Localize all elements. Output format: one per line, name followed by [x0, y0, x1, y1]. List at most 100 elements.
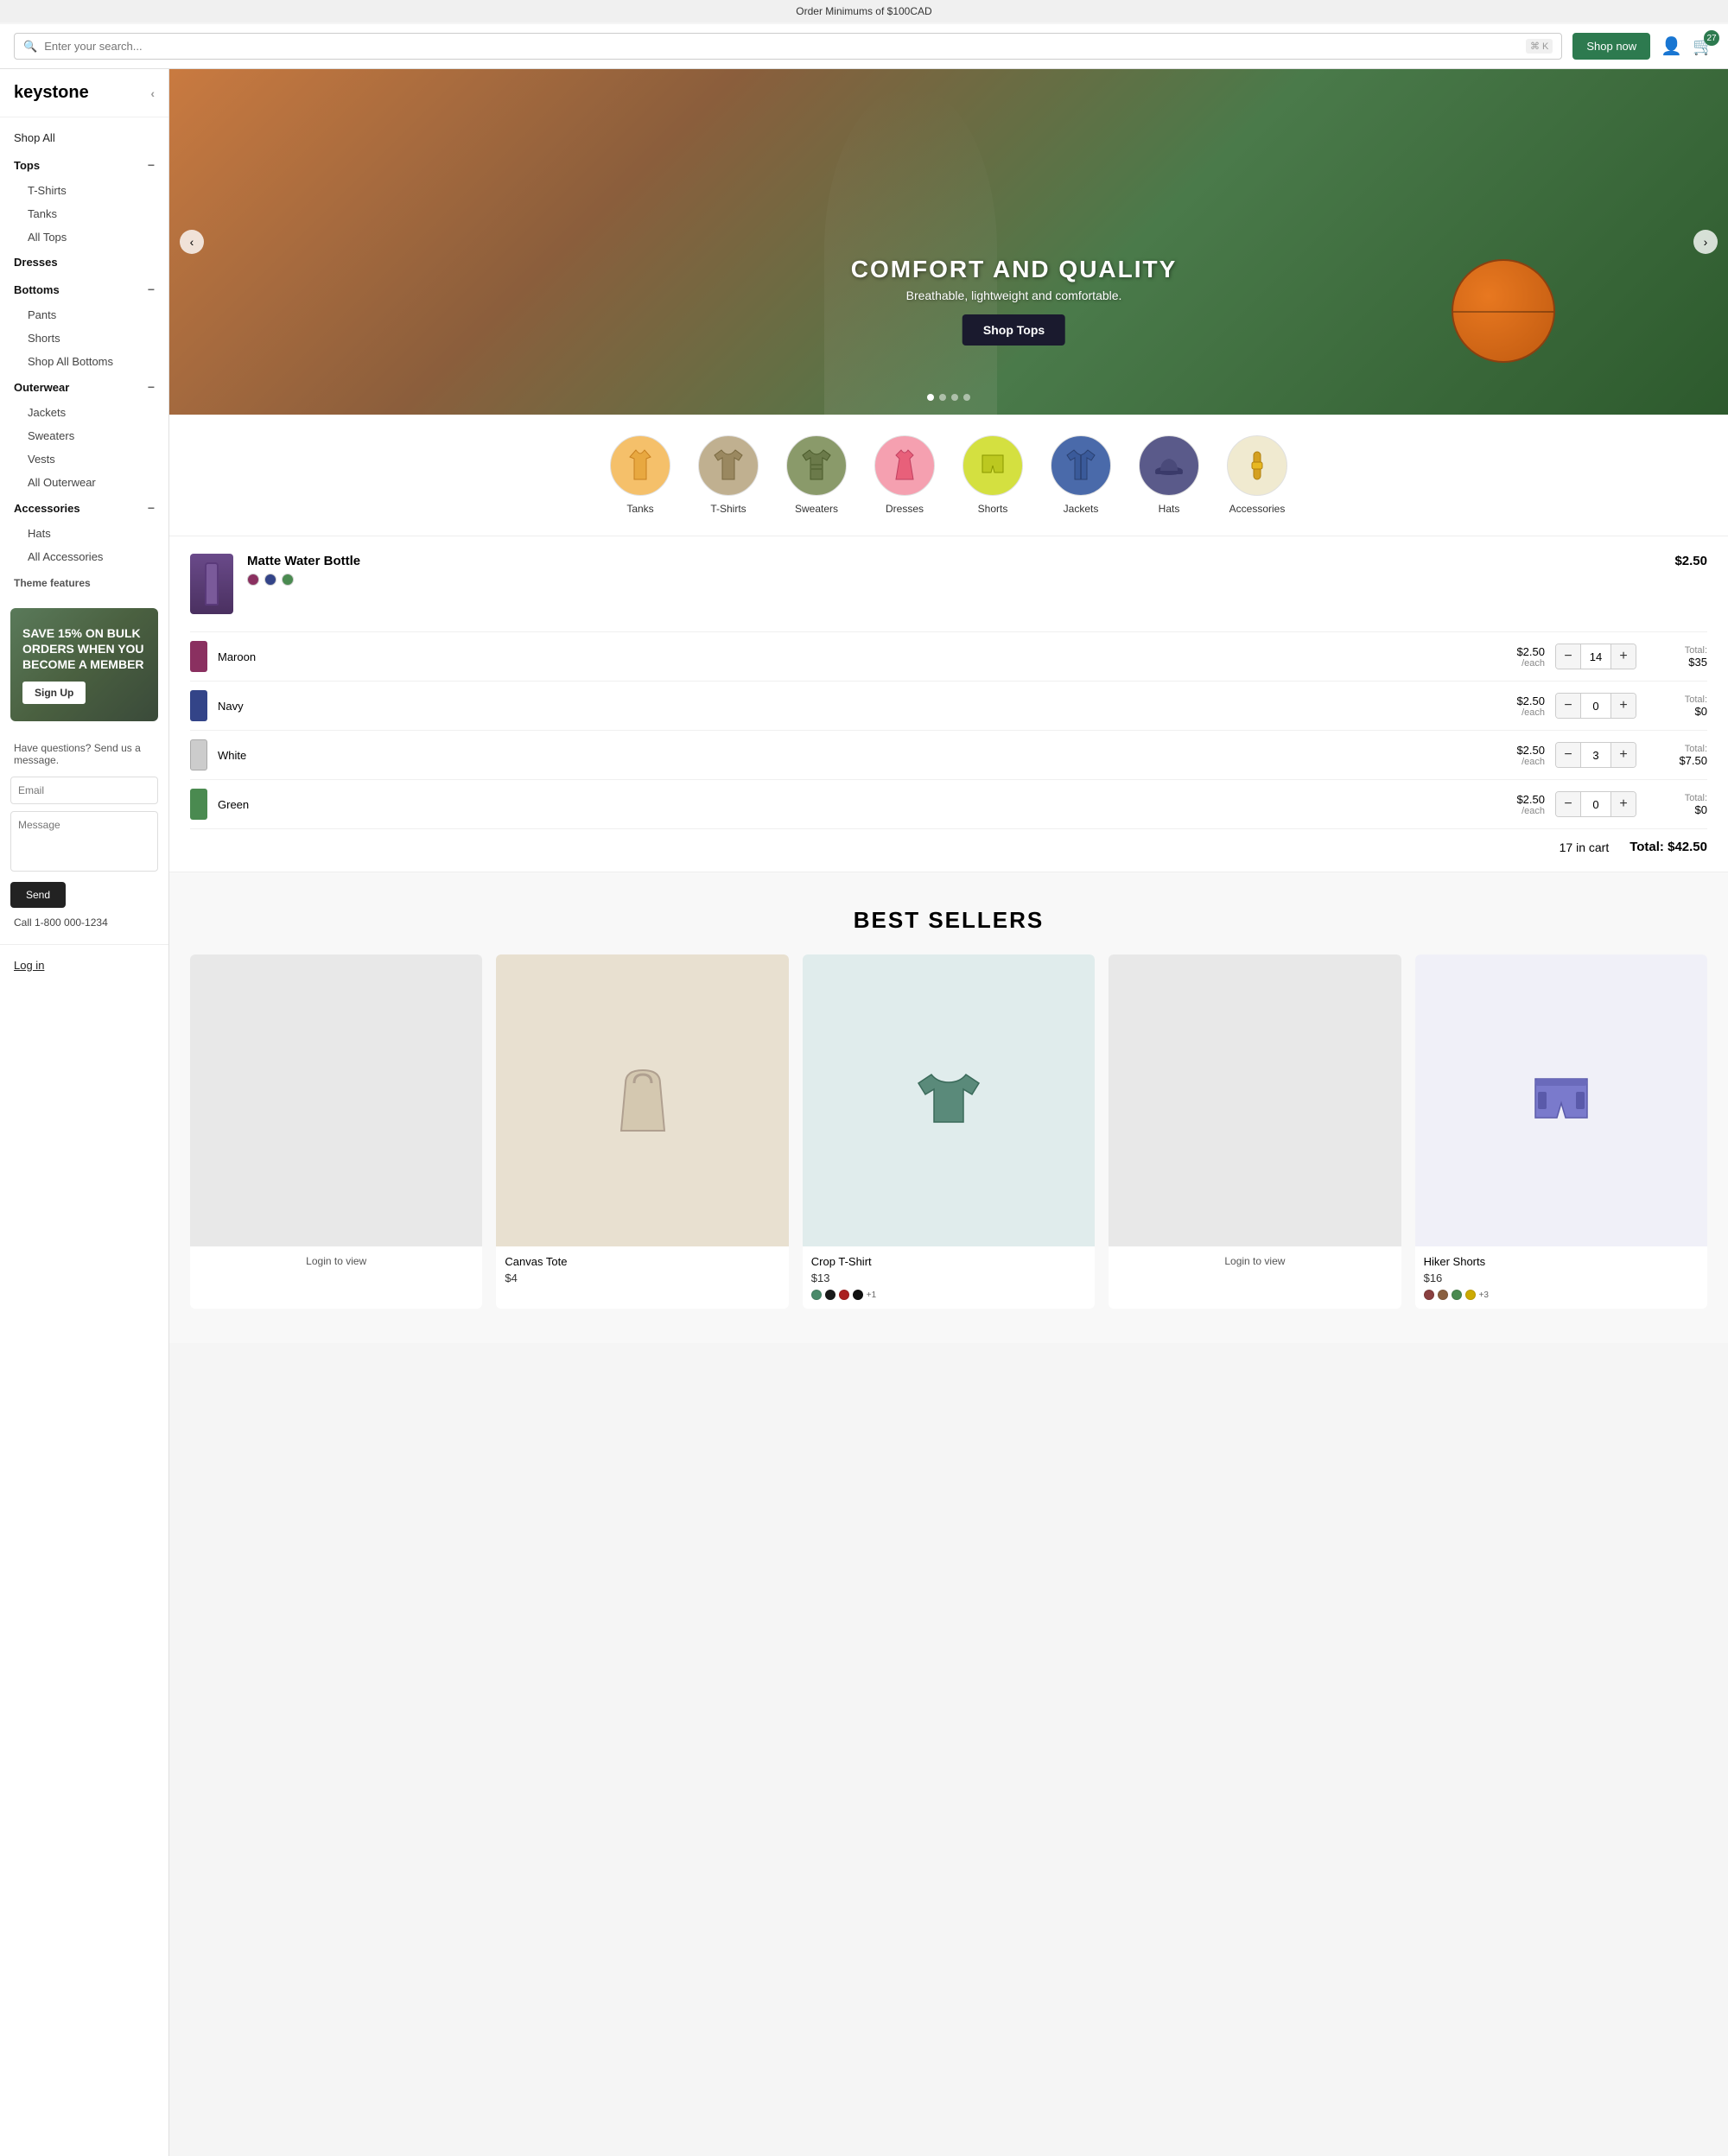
- accessories-icon: [1240, 447, 1274, 485]
- variant-price-maroon: $2.50 /each: [1484, 645, 1545, 669]
- product-card-1[interactable]: Login to view: [190, 954, 482, 1309]
- cart-button[interactable]: 🛒 27: [1693, 35, 1714, 57]
- product-name-4: Login to view: [1117, 1255, 1392, 1267]
- more-colors-5: +3: [1479, 1290, 1489, 1300]
- product-card-2[interactable]: Canvas Tote $4: [496, 954, 788, 1309]
- contact-email-input[interactable]: [10, 777, 158, 804]
- signup-button[interactable]: Sign Up: [22, 682, 86, 704]
- login-link[interactable]: Log in: [14, 959, 44, 972]
- search-input[interactable]: [44, 40, 1519, 53]
- sidebar-item-jackets[interactable]: Jackets: [0, 401, 168, 424]
- product-name-2: Canvas Tote: [505, 1255, 779, 1268]
- sweaters-label: Sweaters: [795, 503, 838, 515]
- product-card-5[interactable]: Hiker Shorts $16 +3: [1415, 954, 1707, 1309]
- product-name-3: Crop T-Shirt: [811, 1255, 1086, 1268]
- sidebar-item-vests[interactable]: Vests: [0, 447, 168, 471]
- qty-increase-white[interactable]: +: [1611, 743, 1636, 767]
- qty-decrease-maroon[interactable]: −: [1556, 644, 1580, 669]
- header: 🔍 ⌘ K Shop now 👤 🛒 27: [0, 24, 1728, 69]
- sidebar-collapse-button[interactable]: ‹: [150, 86, 155, 100]
- product-image-2: [496, 954, 788, 1246]
- category-hats[interactable]: Hats: [1125, 428, 1213, 522]
- product-card-4[interactable]: Login to view: [1109, 954, 1401, 1309]
- variant-row-green: Green $2.50 /each − 0 + Total: $0: [190, 779, 1707, 828]
- sidebar-item-shorts[interactable]: Shorts: [0, 327, 168, 350]
- variant-row-maroon: Maroon $2.50 /each − 14 + Total: $35: [190, 631, 1707, 681]
- variant-name-navy: Navy: [218, 700, 1474, 713]
- sidebar-item-tanks[interactable]: Tanks: [0, 202, 168, 225]
- category-tanks[interactable]: Tanks: [596, 428, 684, 522]
- product-image-1: [190, 954, 482, 1246]
- sidebar-section-tops[interactable]: Tops −: [0, 151, 168, 179]
- product-info-2: Canvas Tote $4: [496, 1246, 788, 1298]
- sidebar-section-accessories[interactable]: Accessories −: [0, 494, 168, 522]
- hero-dot-3[interactable]: [951, 394, 958, 401]
- product-image-4: [1109, 954, 1401, 1246]
- sidebar-item-all-accessories[interactable]: All Accessories: [0, 545, 168, 568]
- sidebar-login[interactable]: Log in: [0, 944, 168, 986]
- hero-dot-2[interactable]: [939, 394, 946, 401]
- more-colors-3: +1: [867, 1290, 876, 1300]
- category-accessories[interactable]: Accessories: [1213, 428, 1301, 522]
- products-grid: Login to view Canvas Tote $4: [190, 954, 1707, 1309]
- shop-now-button[interactable]: Shop now: [1572, 33, 1650, 60]
- product-card-3[interactable]: Crop T-Shirt $13 +1: [803, 954, 1095, 1309]
- product-colors-3: +1: [811, 1290, 1086, 1300]
- hero-shop-button[interactable]: Shop Tops: [962, 314, 1065, 346]
- category-sweaters[interactable]: Sweaters: [772, 428, 861, 522]
- send-button[interactable]: Send: [10, 882, 66, 908]
- product-image-5: [1415, 954, 1707, 1246]
- sidebar-item-pants[interactable]: Pants: [0, 303, 168, 327]
- cart-badge: 27: [1704, 30, 1719, 46]
- hiker-shorts-image: [1522, 1062, 1600, 1139]
- hats-label: Hats: [1159, 503, 1180, 515]
- hero-dot-1[interactable]: [927, 394, 934, 401]
- qty-increase-green[interactable]: +: [1611, 792, 1636, 816]
- account-button[interactable]: 👤: [1661, 35, 1682, 57]
- search-shortcut: ⌘ K: [1526, 39, 1553, 54]
- contact-message-input[interactable]: [10, 811, 158, 872]
- sidebar-item-tshirts[interactable]: T-Shirts: [0, 179, 168, 202]
- category-shorts[interactable]: Shorts: [949, 428, 1037, 522]
- sidebar-item-shop-all[interactable]: Shop All: [0, 124, 168, 151]
- outerwear-collapse-icon: −: [148, 380, 155, 394]
- color-5-2: [1438, 1290, 1448, 1300]
- hero-next-button[interactable]: ›: [1693, 230, 1718, 254]
- dresses-label: Dresses: [886, 503, 924, 515]
- hero-prev-button[interactable]: ‹: [180, 230, 204, 254]
- variant-total-white: Total: $7.50: [1647, 744, 1707, 767]
- sidebar-section-outerwear[interactable]: Outerwear −: [0, 373, 168, 401]
- sidebar-item-all-outerwear[interactable]: All Outerwear: [0, 471, 168, 494]
- variant-total-green: Total: $0: [1647, 793, 1707, 816]
- sidebar-item-shop-all-bottoms[interactable]: Shop All Bottoms: [0, 350, 168, 373]
- tanks-icon-circle: [610, 435, 670, 496]
- color-dot-green: [282, 574, 294, 586]
- search-bar[interactable]: 🔍 ⌘ K: [14, 33, 1562, 60]
- category-tshirts[interactable]: T-Shirts: [684, 428, 772, 522]
- product-info-3: Crop T-Shirt $13 +1: [803, 1246, 1095, 1309]
- sidebar-section-dresses[interactable]: Dresses: [0, 249, 168, 276]
- logo-text: keystone: [14, 83, 89, 103]
- hero-dot-4[interactable]: [963, 394, 970, 401]
- product-colors-5: +3: [1424, 1290, 1699, 1300]
- qty-decrease-white[interactable]: −: [1556, 743, 1580, 767]
- product-section: Matte Water Bottle $2.50 Maroon $2.50 /e…: [169, 536, 1728, 872]
- qty-increase-maroon[interactable]: +: [1611, 644, 1636, 669]
- promo-text: SAVE 15% ON BULK ORDERS WHEN YOU BECOME …: [22, 625, 146, 673]
- qty-increase-navy[interactable]: +: [1611, 694, 1636, 718]
- category-jackets[interactable]: Jackets: [1037, 428, 1125, 522]
- hats-icon-circle: [1139, 435, 1199, 496]
- sidebar-item-all-tops[interactable]: All Tops: [0, 225, 168, 249]
- shop-all-label: Shop All: [14, 131, 55, 144]
- category-dresses[interactable]: Dresses: [861, 428, 949, 522]
- shorts-icon: [975, 447, 1010, 485]
- qty-decrease-green[interactable]: −: [1556, 792, 1580, 816]
- sidebar-item-hats[interactable]: Hats: [0, 522, 168, 545]
- hero-content: COMFORT AND QUALITY Breathable, lightwei…: [851, 256, 1178, 346]
- product-title: Matte Water Bottle: [247, 554, 360, 568]
- qty-decrease-navy[interactable]: −: [1556, 694, 1580, 718]
- variant-name-white: White: [218, 749, 1474, 762]
- sidebar-item-sweaters[interactable]: Sweaters: [0, 424, 168, 447]
- cart-count: 17 in cart: [1560, 840, 1610, 854]
- sidebar-section-bottoms[interactable]: Bottoms −: [0, 276, 168, 303]
